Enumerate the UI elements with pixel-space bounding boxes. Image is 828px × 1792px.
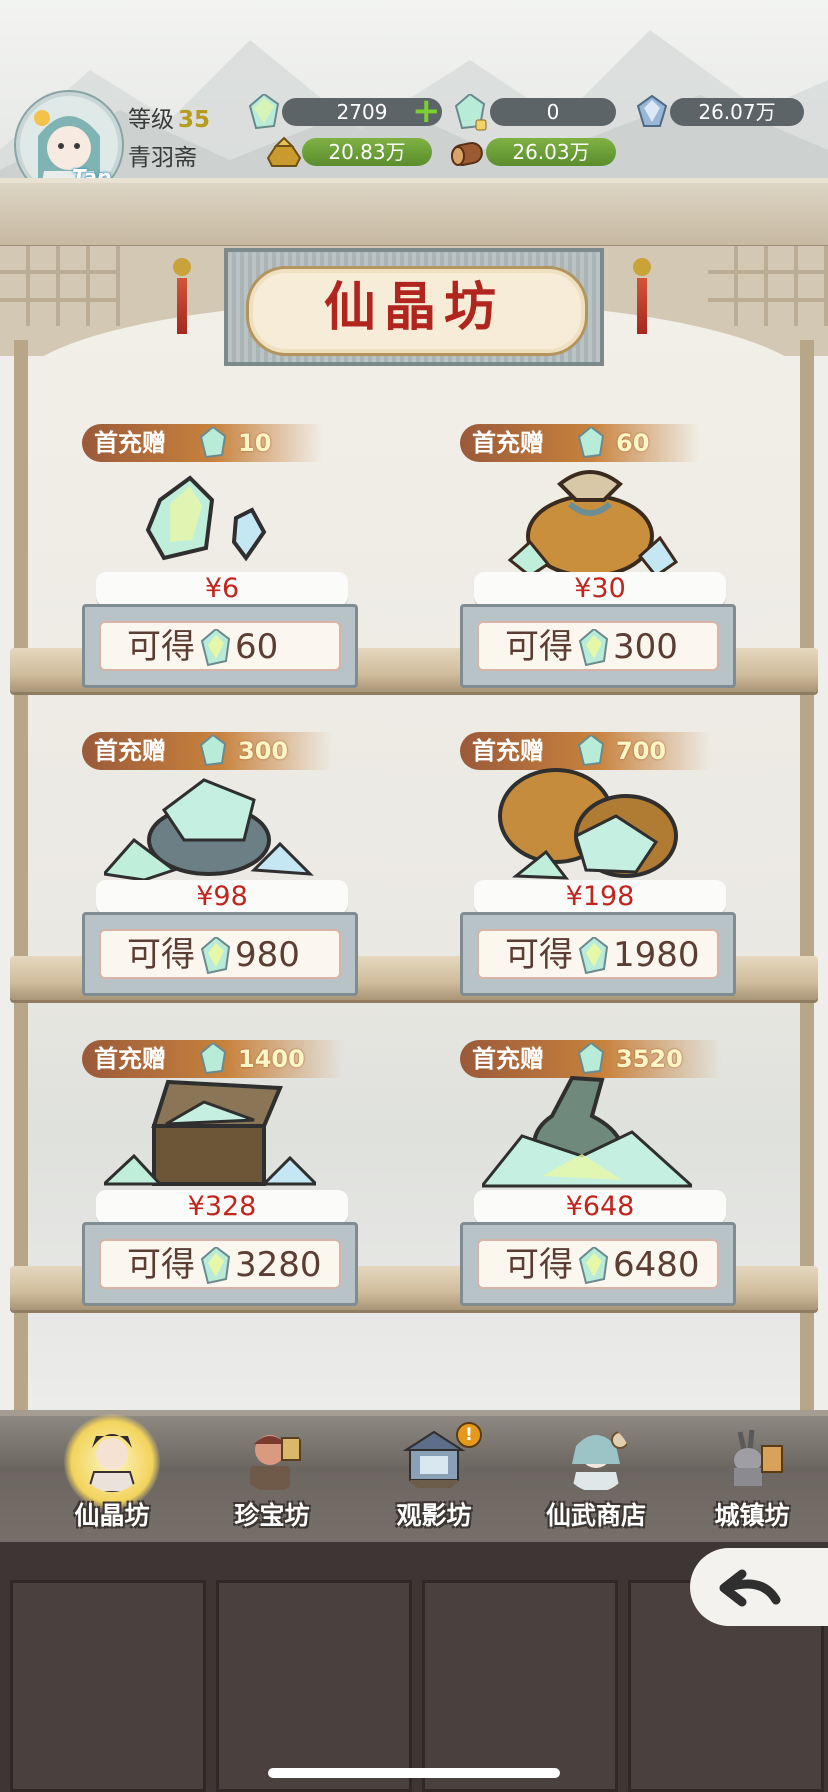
- player-name: 青羽斋: [128, 145, 197, 171]
- price-tag: ¥648: [474, 1190, 726, 1224]
- martial-shop-icon: [572, 1431, 629, 1490]
- crystal-pouch-art: [507, 470, 679, 576]
- treasure-chest-art: [104, 1079, 316, 1186]
- crystal-icon: [578, 427, 604, 459]
- crystal-handful-art: [145, 475, 267, 562]
- gold-counter: 20.83万: [302, 138, 432, 166]
- town-shop-icon: [734, 1429, 783, 1486]
- add-crystal-button[interactable]: +: [412, 94, 441, 128]
- crystal-mound-art: [482, 1076, 692, 1188]
- alert-badge: !: [456, 1422, 482, 1448]
- price-tag: ¥6: [96, 572, 348, 606]
- tab-martial-shop[interactable]: 仙武商店: [536, 1420, 656, 1530]
- lattice-left: [0, 246, 120, 326]
- fairy-crystal-shop-icon: [86, 1434, 138, 1492]
- crystal-icon: [578, 735, 604, 767]
- crystal-icon: [200, 735, 226, 767]
- price-tag: ¥98: [96, 880, 348, 914]
- tab-fairy-crystal-shop[interactable]: 仙晶坊: [52, 1414, 172, 1530]
- crystal-icon: [201, 629, 231, 667]
- tab-theater[interactable]: ! 观影坊: [374, 1420, 494, 1530]
- back-arrow-icon: [719, 1569, 781, 1607]
- tab-treasure-shop[interactable]: 珍宝坊: [212, 1420, 332, 1530]
- crystal-icon: [248, 94, 280, 130]
- level-value: 35: [178, 107, 211, 133]
- tab-town-shop[interactable]: 城镇坊: [692, 1420, 812, 1530]
- price-tag: ¥198: [474, 880, 726, 914]
- floor-panel: [216, 1580, 412, 1792]
- crystal-icon: [579, 937, 609, 975]
- spirit-stone-counter: 26.07万: [670, 98, 804, 126]
- bound-crystal-icon: [454, 94, 487, 131]
- home-indicator[interactable]: [268, 1768, 560, 1778]
- buy-box[interactable]: 可得 60: [82, 604, 358, 688]
- crystal-icon: [201, 937, 231, 975]
- back-button[interactable]: [690, 1548, 828, 1626]
- buy-box[interactable]: 可得 300: [460, 604, 736, 688]
- buy-box[interactable]: 可得 6480: [460, 1222, 736, 1306]
- first-charge-badge: 首充赠 10: [82, 424, 322, 462]
- crystal-sack-art: [498, 768, 678, 880]
- level-label: 等级: [128, 107, 174, 133]
- crystal-icon: [200, 1043, 226, 1075]
- crystal-icon: [579, 1247, 609, 1285]
- buy-box[interactable]: 可得 980: [82, 912, 358, 996]
- crystal-icon: [578, 1043, 604, 1075]
- gold-ingot-icon: [266, 136, 302, 167]
- crystal-icon: [579, 629, 609, 667]
- floor-panel: [422, 1580, 618, 1792]
- lattice-right: [708, 246, 828, 326]
- crystal-icon: [200, 427, 226, 459]
- first-charge-badge: 首充赠 1400: [82, 1040, 344, 1078]
- player-level: 等级 35: [128, 100, 210, 134]
- wood-log-icon: [451, 141, 483, 167]
- buy-box[interactable]: 可得 1980: [460, 912, 736, 996]
- pillar-right: [800, 340, 814, 1410]
- price-tag: ¥30: [474, 572, 726, 606]
- first-charge-badge: 首充赠 3520: [460, 1040, 722, 1078]
- wood-counter: 26.03万: [486, 138, 616, 166]
- bound-crystal-counter: 0: [490, 98, 616, 126]
- floor-panel: [10, 1580, 206, 1792]
- first-charge-badge: 首充赠 300: [82, 732, 332, 770]
- buy-box[interactable]: 可得 3280: [82, 1222, 358, 1306]
- shop-roof: [0, 178, 828, 251]
- spirit-stone-icon: [636, 94, 668, 127]
- first-charge-badge: 首充赠 700: [460, 732, 710, 770]
- lantern-right: [633, 258, 651, 334]
- crystal-pile-pouch-art: [104, 778, 314, 880]
- price-tag: ¥328: [96, 1190, 348, 1224]
- first-charge-badge: 首充赠 60: [460, 424, 700, 462]
- lantern-left: [173, 258, 191, 334]
- pillar-left: [14, 340, 28, 1410]
- treasure-shop-icon: [250, 1435, 301, 1490]
- shop-title: 仙晶坊: [323, 277, 504, 338]
- crystal-icon: [201, 1247, 231, 1285]
